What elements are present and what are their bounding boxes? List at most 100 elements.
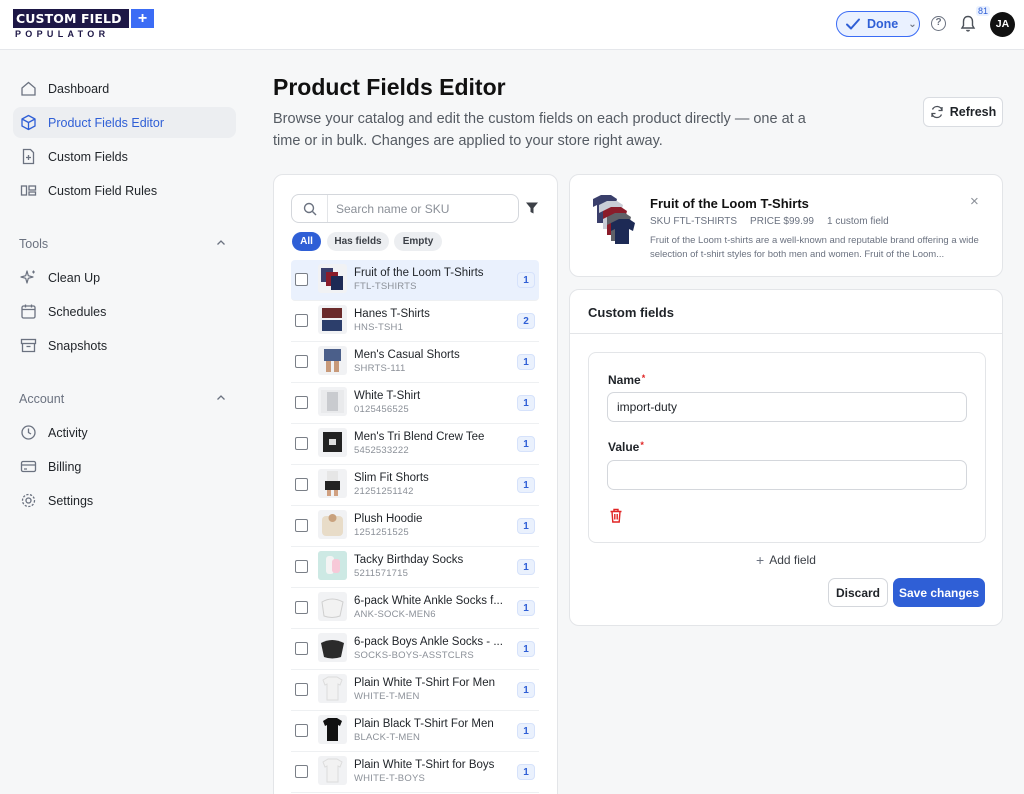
product-row[interactable]: Plain White T-Shirt for Boys WHITE-T-BOYS… [291, 752, 539, 793]
row-checkbox[interactable] [295, 519, 308, 532]
field-count-badge: 1 [517, 600, 535, 616]
product-sku: 1251251525 [354, 527, 409, 538]
sidebar-item-settings[interactable]: Settings [13, 485, 236, 516]
search-input[interactable] [336, 200, 506, 217]
product-name: Plain Black T-Shirt For Men [354, 718, 494, 730]
row-checkbox[interactable] [295, 560, 308, 573]
search-divider [327, 195, 328, 222]
discard-button[interactable]: Discard [828, 578, 888, 607]
app-logo[interactable]: CUSTOM FIELD + POPULATOR [13, 9, 154, 40]
refresh-icon [931, 105, 943, 119]
sidebar-item-label: Custom Field Rules [48, 183, 158, 198]
row-checkbox[interactable] [295, 765, 308, 778]
row-checkbox[interactable] [295, 355, 308, 368]
sidebar-item-dashboard[interactable]: Dashboard [13, 73, 236, 104]
product-sku: 21251251142 [354, 486, 414, 497]
field-count-badge: 1 [517, 477, 535, 493]
sidebar-item-billing[interactable]: Billing [13, 451, 236, 482]
field-count-badge: 1 [517, 764, 535, 780]
product-row[interactable]: 6-pack Boys Ankle Socks - ... SOCKS-BOYS-… [291, 629, 539, 670]
sidebar-item-activity[interactable]: Activity [13, 417, 236, 448]
logo-plus-icon: + [131, 9, 154, 28]
sidebar-item-custom-fields[interactable]: Custom Fields [13, 141, 236, 172]
row-checkbox[interactable] [295, 437, 308, 450]
avatar[interactable]: JA [990, 12, 1015, 37]
plus-icon: + [756, 552, 765, 568]
product-sku: HNS-TSH1 [354, 322, 404, 333]
product-name: Plush Hoodie [354, 513, 423, 525]
check-icon [846, 18, 860, 30]
product-sku: ANK-SOCK-MEN6 [354, 609, 436, 620]
filter-pill-empty[interactable]: Empty [394, 232, 442, 251]
trash-icon[interactable] [609, 508, 623, 523]
field-count-badge: 1 [517, 559, 535, 575]
product-thumbnail [318, 551, 347, 580]
row-checkbox[interactable] [295, 478, 308, 491]
field-value-input[interactable] [607, 460, 967, 490]
product-meta: SKU FTL-TSHIRTS PRICE $99.99 1 custom fi… [650, 216, 889, 227]
product-row[interactable]: White T-Shirt 0125456525 1 [291, 383, 539, 424]
filter-icon[interactable] [525, 201, 539, 215]
done-status-button[interactable]: Done ⌄ [836, 11, 920, 37]
add-field-button[interactable]: + Add field [756, 552, 816, 568]
product-sku: SKU FTL-TSHIRTS [650, 216, 738, 227]
row-checkbox[interactable] [295, 314, 308, 327]
close-icon[interactable]: × [970, 194, 979, 209]
sidebar-item-clean-up[interactable]: Clean Up [13, 262, 236, 293]
product-sku: 5211571715 [354, 568, 409, 579]
filter-pill-all[interactable]: All [292, 232, 321, 251]
bell-icon[interactable] [960, 15, 976, 33]
product-name: Hanes T-Shirts [354, 308, 430, 320]
product-row[interactable]: Hanes T-Shirts HNS-TSH1 2 [291, 301, 539, 342]
product-row[interactable]: Slim Fit Shorts 21251251142 1 [291, 465, 539, 506]
sidebar-item-snapshots[interactable]: Snapshots [13, 330, 236, 361]
logo-line2: POPULATOR [15, 29, 110, 39]
filter-pill-has-fields[interactable]: Has fields [327, 232, 389, 251]
product-row[interactable]: Plush Hoodie 1251251525 1 [291, 506, 539, 547]
sidebar-item-custom-field-rules[interactable]: Custom Field Rules [13, 175, 236, 206]
product-row[interactable]: Plain White T-Shirt For Men WHITE-T-MEN 1 [291, 670, 539, 711]
product-name: Slim Fit Shorts [354, 472, 429, 484]
top-bar: CUSTOM FIELD + POPULATOR Done ⌄ ? 81 JA [0, 0, 1024, 50]
sidebar-item-label: Billing [48, 459, 82, 474]
chevron-up-icon[interactable] [216, 238, 226, 248]
product-row[interactable]: 6-pack White Ankle Socks f... ANK-SOCK-ME… [291, 588, 539, 629]
sidebar-item-schedules[interactable]: Schedules [13, 296, 236, 327]
row-checkbox[interactable] [295, 683, 308, 696]
product-thumbnail [318, 510, 347, 539]
product-thumbnail [318, 469, 347, 498]
page-title: Product Fields Editor [273, 74, 506, 100]
refresh-label: Refresh [949, 105, 997, 119]
row-checkbox[interactable] [295, 601, 308, 614]
row-checkbox[interactable] [295, 273, 308, 286]
chevron-up-icon[interactable] [216, 393, 226, 403]
field-count-badge: 1 [517, 436, 535, 452]
search-icon [303, 202, 317, 216]
product-sku: FTL-TSHIRTS [354, 281, 417, 292]
section-label-account: Account [19, 392, 65, 406]
custom-field-entry: Name* Value* [588, 352, 986, 543]
product-title: Fruit of the Loom T-Shirts [650, 196, 809, 211]
sidebar-item-label: Schedules [48, 304, 107, 319]
save-changes-button[interactable]: Save changes [893, 578, 985, 607]
row-checkbox[interactable] [295, 396, 308, 409]
help-icon[interactable]: ? [931, 16, 946, 31]
product-name: 6-pack Boys Ankle Socks - ... [354, 636, 503, 648]
notification-count: 81 [976, 6, 991, 16]
product-thumbnail [318, 592, 347, 621]
product-sku: SOCKS-BOYS-ASSTCLRS [354, 650, 474, 661]
sidebar-item-label: Clean Up [48, 270, 101, 285]
sidebar-item-product-fields-editor[interactable]: Product Fields Editor [13, 107, 236, 138]
field-name-input[interactable] [607, 392, 967, 422]
product-row[interactable]: Men's Casual Shorts SHRTS-111 1 [291, 342, 539, 383]
product-row[interactable]: Fruit of the Loom T-Shirts FTL-TSHIRTS 1 [291, 260, 539, 301]
row-checkbox[interactable] [295, 642, 308, 655]
custom-fields-header: Custom fields [570, 290, 1002, 334]
product-row[interactable]: Men's Tri Blend Crew Tee 5452533222 1 [291, 424, 539, 465]
product-sku: 5452533222 [354, 445, 409, 456]
row-checkbox[interactable] [295, 724, 308, 737]
product-thumbnail [318, 264, 347, 293]
refresh-button[interactable]: Refresh [923, 97, 1003, 127]
product-row[interactable]: Plain Black T-Shirt For Men BLACK-T-MEN 1 [291, 711, 539, 752]
product-row[interactable]: Tacky Birthday Socks 5211571715 1 [291, 547, 539, 588]
